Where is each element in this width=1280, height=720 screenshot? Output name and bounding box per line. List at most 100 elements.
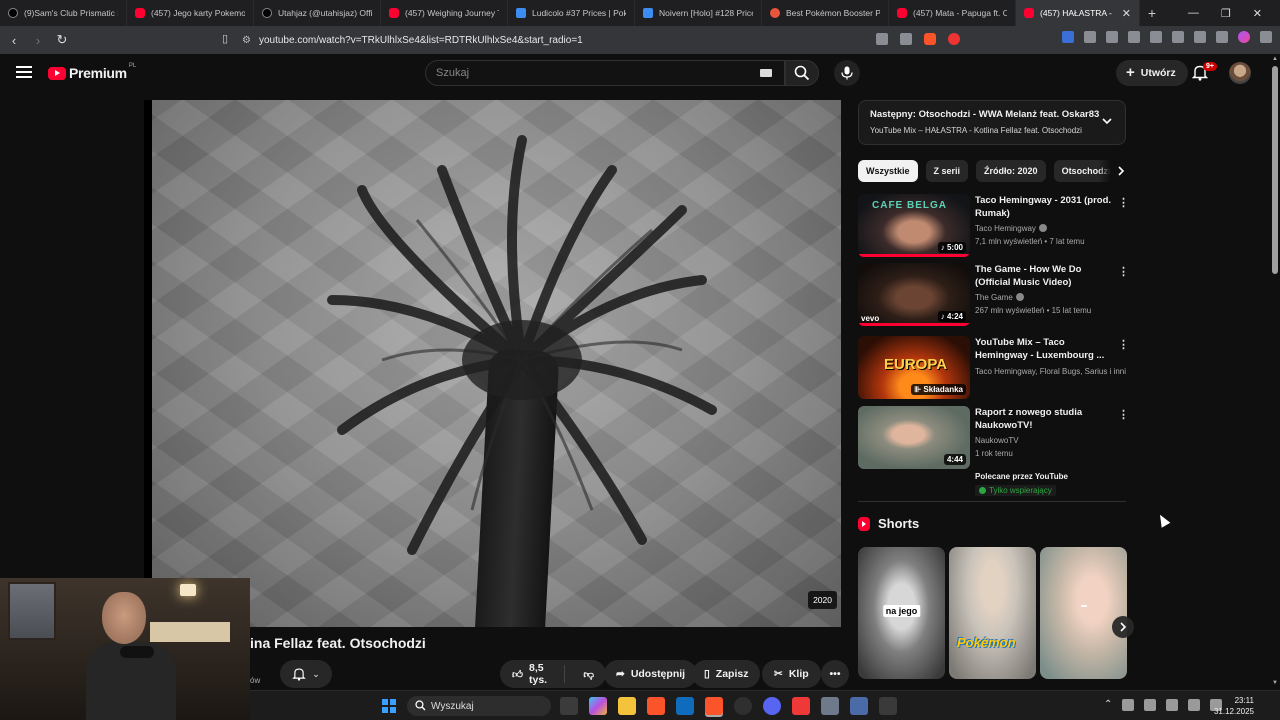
chip-series[interactable]: Z serii — [925, 160, 969, 182]
video-thumbnail[interactable]: 4:44 — [858, 406, 970, 469]
browser-tab[interactable]: Best Pokémon Booster Pa — [762, 0, 889, 26]
browser-tab[interactable]: Utahjaz (@utahisjaz) Offic — [254, 0, 381, 26]
voice-search-button[interactable] — [834, 60, 860, 86]
short-video[interactable]: na jego — [858, 547, 945, 679]
vivaldi-icon[interactable] — [792, 697, 810, 715]
close-window-icon[interactable]: ✕ — [1253, 7, 1262, 20]
chips-next-button[interactable] — [1098, 160, 1126, 182]
recommendation-item[interactable]: EUROPA ⊪ Składanka YouTube Mix – Taco He… — [858, 336, 1129, 400]
dislike-button[interactable]: 👎︎ — [571, 668, 606, 681]
hamburger-menu-icon[interactable] — [16, 66, 32, 78]
vpn-icon[interactable] — [1216, 31, 1228, 43]
create-button[interactable]: + Utwórz — [1116, 60, 1188, 86]
brave-shields-icon[interactable] — [924, 33, 936, 45]
recommendation-title[interactable]: Taco Hemingway - 2031 (prod. Rumak) — [975, 194, 1113, 220]
channel-name[interactable]: NaukowoTV — [975, 436, 1019, 445]
shorts-next-button[interactable] — [1112, 616, 1134, 638]
page-scrollbar[interactable]: ▲ ▼ — [1270, 54, 1280, 690]
minimize-icon[interactable]: — — [1188, 7, 1199, 20]
calculator-icon[interactable] — [821, 697, 839, 715]
close-tab-icon[interactable]: ✕ — [1122, 7, 1131, 20]
browser-tab[interactable]: (457) Weighing Journey To — [381, 0, 508, 26]
scroll-down-icon[interactable]: ▼ — [1272, 680, 1278, 686]
reload-icon[interactable]: ↻ — [52, 32, 72, 48]
taskbar-clock[interactable]: 23:11 31.12.2025 — [1214, 695, 1254, 717]
channel-name[interactable]: The Game — [975, 293, 1024, 302]
forward-icon[interactable]: › — [28, 33, 48, 48]
new-tab-button[interactable]: + — [1140, 5, 1164, 21]
brave-icon[interactable] — [647, 697, 665, 715]
network-icon[interactable] — [1144, 699, 1157, 711]
chevron-up-icon[interactable]: ⌃ — [1104, 699, 1112, 711]
short-video[interactable]: Pokémon — [949, 547, 1036, 679]
recommendation-item[interactable]: vevo ♪ 4:24 The Game - How We Do (Offici… — [858, 263, 1129, 327]
chip-all[interactable]: Wszystkie — [858, 160, 918, 182]
taskbar-search-input[interactable]: Wyszukaj — [407, 696, 551, 716]
reading-list-icon[interactable] — [1150, 31, 1162, 43]
cast-icon[interactable] — [876, 33, 888, 45]
music-icon[interactable] — [1128, 31, 1140, 43]
browser-tab[interactable]: (457) Mata - Papuga ft. Ot — [889, 0, 1016, 26]
account-avatar[interactable] — [1229, 62, 1251, 84]
search-input[interactable]: Szukaj — [425, 60, 785, 86]
chip-source[interactable]: Źródło: 2020 — [976, 160, 1046, 182]
playlist-up-next-panel[interactable]: Następny: Otsochodzi - WWA Melanż feat. … — [858, 100, 1126, 145]
recommendation-title[interactable]: The Game - How We Do (Official Music Vid… — [975, 263, 1113, 289]
store-icon[interactable] — [676, 697, 694, 715]
clip-button[interactable]: ✂ Klip — [762, 660, 821, 688]
recommendation-item[interactable]: CAFE BELGA ♪ 5:00 Taco Hemingway - 2031 … — [858, 194, 1129, 258]
file-explorer-icon[interactable] — [618, 697, 636, 715]
browser-tab[interactable]: (457) Jego karty Pokemon — [127, 0, 254, 26]
copilot-icon[interactable] — [589, 697, 607, 715]
recommendation-item[interactable]: 4:44 Raport z nowego studia NaukowoTV! N… — [858, 406, 1129, 498]
channel-name[interactable]: Taco Hemingway — [975, 224, 1047, 233]
brave-active-icon[interactable] — [705, 697, 723, 715]
wallet-icon[interactable] — [1172, 31, 1184, 43]
task-view-icon[interactable] — [560, 697, 578, 715]
chevron-down-icon[interactable] — [1101, 115, 1113, 127]
notification-settings-button[interactable]: ⌄ — [280, 660, 332, 688]
short-video[interactable] — [1040, 547, 1127, 679]
more-vertical-icon[interactable]: ⋮ — [1118, 408, 1129, 421]
menu-icon[interactable] — [1260, 31, 1272, 43]
back-icon[interactable]: ‹ — [4, 33, 24, 48]
search-button[interactable] — [785, 60, 819, 86]
site-info-icon[interactable]: ⚙ — [242, 35, 251, 46]
recommendation-title[interactable]: Raport z nowego studia NaukowoTV! — [975, 406, 1113, 432]
more-vertical-icon[interactable]: ⋮ — [1118, 338, 1129, 351]
youtube-premium-logo[interactable]: Premium PL — [48, 63, 136, 81]
profile-icon[interactable] — [1238, 31, 1250, 43]
video-thumbnail[interactable]: EUROPA ⊪ Składanka — [858, 336, 970, 399]
more-vertical-icon[interactable]: ⋮ — [1118, 196, 1129, 209]
terminal-icon[interactable] — [879, 697, 897, 715]
microphone-icon[interactable] — [1166, 699, 1179, 711]
url-field[interactable]: ⚙ youtube.com/watch?v=TRkUlhlxSe4&list=R… — [242, 29, 862, 51]
screenshot-extension-icon[interactable] — [1106, 31, 1118, 43]
more-actions-button[interactable]: ••• — [821, 660, 849, 688]
share-icon[interactable] — [900, 33, 912, 45]
bookmark-icon[interactable]: ▯ — [222, 32, 228, 45]
discord-icon[interactable] — [763, 697, 781, 715]
obs-icon[interactable] — [734, 697, 752, 715]
browser-tab[interactable]: (9)Sam's Club Prismatic ET — [0, 0, 127, 26]
display-icon[interactable] — [1188, 699, 1201, 711]
scrollbar-thumb[interactable] — [1272, 66, 1278, 274]
keyboard-icon[interactable] — [760, 69, 772, 77]
channel-name[interactable]: Taco Hemingway, Floral Bugs, Sarius i in… — [975, 367, 1126, 376]
scroll-up-icon[interactable]: ▲ — [1272, 56, 1278, 62]
settings-icon[interactable] — [850, 697, 868, 715]
video-thumbnail[interactable]: CAFE BELGA ♪ 5:00 — [858, 194, 970, 257]
video-thumbnail[interactable]: vevo ♪ 4:24 — [858, 263, 970, 326]
brave-rewards-icon[interactable] — [948, 33, 960, 45]
translate-extension-icon[interactable] — [1062, 31, 1074, 43]
windows-start-icon[interactable] — [382, 699, 396, 713]
browser-tab[interactable]: Ludicolo #37 Prices | Poke — [508, 0, 635, 26]
maximize-icon[interactable]: ❐ — [1221, 7, 1231, 20]
tray-app-icon[interactable] — [1122, 699, 1135, 711]
puzzle-extension-icon[interactable] — [1084, 31, 1096, 43]
save-button[interactable]: ▯ Zapisz — [692, 660, 761, 688]
leo-ai-icon[interactable] — [1194, 31, 1206, 43]
video-player[interactable]: 2020 — [144, 100, 841, 627]
share-button[interactable]: ➦ Udostępnij — [604, 660, 698, 688]
more-vertical-icon[interactable]: ⋮ — [1118, 265, 1129, 278]
